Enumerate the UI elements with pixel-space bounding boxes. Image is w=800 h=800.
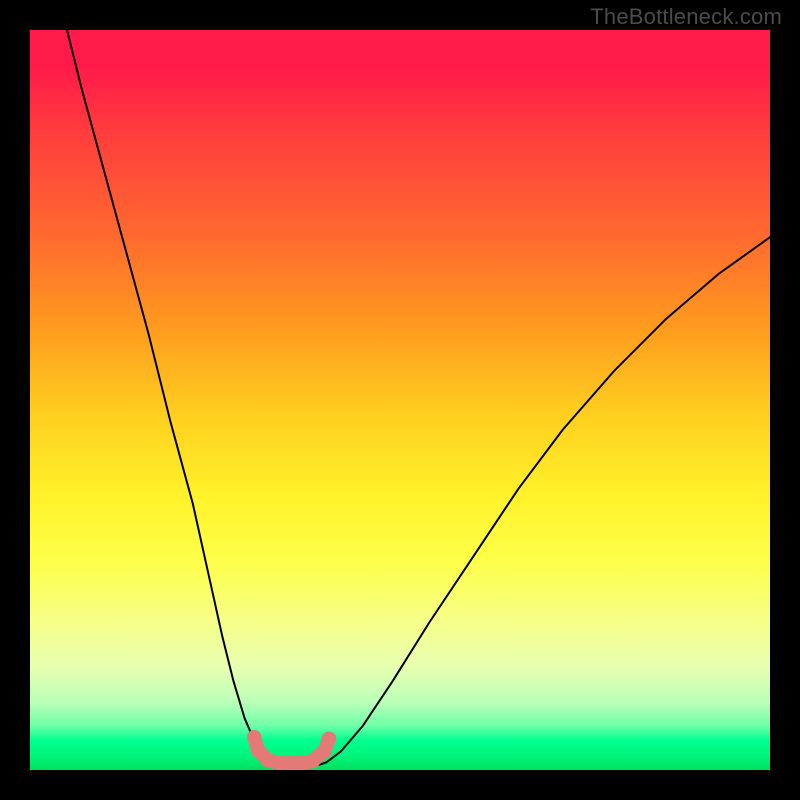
watermark-text: TheBottleneck.com [590,4,782,30]
bottleneck-curve [67,30,770,767]
trough-marker [305,754,320,769]
trough-marker [247,730,262,745]
curve-layer [30,30,770,770]
chart-frame: TheBottleneck.com [0,0,800,800]
plot-area [30,30,770,770]
trough-marker [322,732,337,747]
